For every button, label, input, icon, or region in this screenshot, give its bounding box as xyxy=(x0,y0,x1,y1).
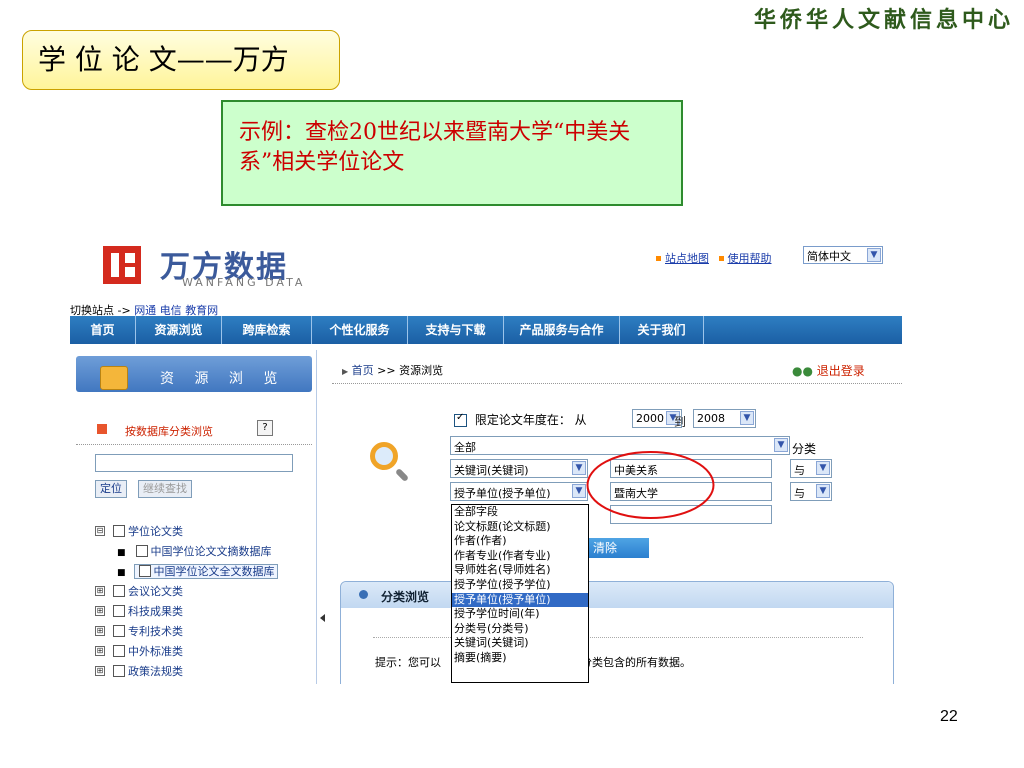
checkbox[interactable] xyxy=(113,665,125,677)
locate-button[interactable]: 定位 xyxy=(95,480,127,498)
banner-title: 华侨华人文献信息中心 xyxy=(753,7,1014,33)
field-select-1[interactable]: 关键词(关键词) ▼ xyxy=(450,459,588,478)
magnifier-icon xyxy=(370,442,398,470)
example-text: 示例：查检20世纪以来暨南大学“中美关系”相关学位论文 xyxy=(239,120,631,175)
dropdown-option[interactable]: 作者专业(作者专业) xyxy=(452,549,588,564)
chevron-down-icon: ▼ xyxy=(867,248,881,262)
sitemap-link[interactable]: 站点地图 xyxy=(665,252,709,265)
locate-input[interactable] xyxy=(95,454,293,472)
divider xyxy=(76,444,312,445)
nav-browse[interactable]: 资源浏览 xyxy=(136,316,222,344)
continue-search-button[interactable]: 继续查找 xyxy=(138,480,192,498)
tree-item-degree-thesis[interactable]: ⊟ 学位论文类 xyxy=(95,522,278,542)
hint-text: 提示：您可以 xyxy=(375,656,441,669)
classify-title: 分类浏览 xyxy=(381,590,430,604)
chevron-down-icon: ▼ xyxy=(572,461,586,475)
nav-bar: 首页 资源浏览 跨库检索 个性化服务 支持与下载 产品服务与合作 关于我们 xyxy=(70,316,902,344)
tree-item-achievements[interactable]: ⊞ 科技成果类 xyxy=(95,602,278,622)
checkbox[interactable] xyxy=(113,625,125,637)
dropdown-option[interactable]: 摘要(摘要) xyxy=(452,651,588,666)
hint-text-suffix: 分类包含的所有数据。 xyxy=(581,656,691,669)
chevron-down-icon: ▼ xyxy=(774,438,788,452)
category-icon xyxy=(97,424,107,434)
chevron-down-icon: ▼ xyxy=(572,484,586,498)
checkbox[interactable] xyxy=(113,645,125,657)
tree-item-conference[interactable]: ⊞ 会议论文类 xyxy=(95,582,278,602)
dropdown-option[interactable]: 授予学位(授予学位) xyxy=(452,578,588,593)
tree-item-patents[interactable]: ⊞ 专利技术类 xyxy=(95,622,278,642)
highlight-ellipse xyxy=(586,451,715,519)
language-select[interactable]: 简体中文 ▼ xyxy=(803,246,883,264)
website-screenshot: 万方数据 WANFANG DATA 切换站点 -> 网通 电信 教育网 站点地图… xyxy=(70,232,902,684)
chevron-down-icon: ▼ xyxy=(740,411,754,425)
dropdown-option[interactable]: 作者(作者) xyxy=(452,534,588,549)
divider xyxy=(332,383,902,384)
dropdown-option[interactable]: 授予学位时间(年) xyxy=(452,607,588,622)
year-limit-checkbox[interactable] xyxy=(454,412,467,427)
nav-home[interactable]: 首页 xyxy=(70,316,136,344)
collapse-arrow-icon[interactable] xyxy=(320,614,325,622)
classify-panel: 分类浏览 提示：您可以 分类包含的所有数据。 xyxy=(340,581,894,684)
folder-icon xyxy=(100,366,128,390)
dropdown-option[interactable]: 论文标题(论文标题) xyxy=(452,520,588,535)
breadcrumb-home[interactable]: 首页 xyxy=(352,364,374,377)
checkbox[interactable] xyxy=(138,565,151,577)
dropdown-option[interactable]: 全部字段 xyxy=(452,505,588,520)
arrow-right-icon: ▶ xyxy=(342,367,349,376)
breadcrumb: ▶ 首页 >> 资源浏览 xyxy=(342,364,444,377)
nav-about[interactable]: 关于我们 xyxy=(620,316,704,344)
dropdown-option[interactable]: 关键词(关键词) xyxy=(452,636,588,651)
help-link[interactable]: 使用帮助 xyxy=(728,252,772,265)
expand-icon[interactable]: ⊞ xyxy=(95,606,105,616)
expand-icon[interactable]: ⊞ xyxy=(95,666,105,676)
help-icon[interactable]: ? xyxy=(257,420,273,436)
bullet-icon xyxy=(359,590,368,599)
nav-products[interactable]: 产品服务与合作 xyxy=(504,316,620,344)
clear-button[interactable]: 清除 xyxy=(589,538,649,558)
page-number: 22 xyxy=(940,708,958,725)
category-browse-link[interactable]: 按数据库分类浏览 xyxy=(125,423,213,439)
category-label: 分类 xyxy=(792,442,817,456)
slide-title: 学 位 论 文——万方 xyxy=(38,43,289,76)
logic-select-2[interactable]: 与 ▼ xyxy=(790,482,832,501)
wanfang-logo-icon xyxy=(103,246,141,284)
checkbox[interactable] xyxy=(113,525,125,537)
chevron-down-icon: ▼ xyxy=(816,461,830,475)
logout-link[interactable]: ●● 退出登录 xyxy=(792,362,865,379)
tree-item-fulltext-db[interactable]: ■ 中国学位论文全文数据库 xyxy=(95,562,278,582)
dropdown-option[interactable]: 导师姓名(导师姓名) xyxy=(452,563,588,578)
checkbox[interactable] xyxy=(113,585,125,597)
tree-item-abstract-db[interactable]: ■ 中国学位论文文摘数据库 xyxy=(95,542,278,562)
year-limit-row: 限定论文年度在： 从 xyxy=(454,411,587,428)
tree-item-regulations[interactable]: ⊞ 政策法规类 xyxy=(95,662,278,682)
field-dropdown-list[interactable]: 全部字段 论文标题(论文标题) 作者(作者) 作者专业(作者专业) 导师姓名(导… xyxy=(451,504,589,683)
divider xyxy=(373,637,863,638)
chevron-down-icon: ▼ xyxy=(816,484,830,498)
nav-cross-search[interactable]: 跨库检索 xyxy=(222,316,312,344)
collapse-icon[interactable]: ⊟ xyxy=(95,526,105,536)
checkbox[interactable] xyxy=(135,545,148,557)
expand-icon[interactable]: ⊞ xyxy=(95,626,105,636)
nav-support[interactable]: 支持与下载 xyxy=(408,316,504,344)
dropdown-option[interactable]: 分类号(分类号) xyxy=(452,622,588,637)
field-select-2[interactable]: 授予单位(授予单位) ▼ xyxy=(450,482,588,501)
top-links: 站点地图 使用帮助 xyxy=(650,250,772,266)
category-tree: ⊟ 学位论文类 ■ 中国学位论文文摘数据库 ■ 中国学位论文全文数据库 ⊞ 会议论文类 … xyxy=(95,522,278,682)
to-year-select[interactable]: 2008 ▼ xyxy=(693,409,756,428)
nav-personal[interactable]: 个性化服务 xyxy=(312,316,408,344)
users-icon: ●● xyxy=(792,364,813,378)
dropdown-option-selected[interactable]: 授予单位(授予单位) xyxy=(452,592,588,608)
logo-en: WANFANG DATA xyxy=(182,276,306,289)
expand-icon[interactable]: ⊞ xyxy=(95,586,105,596)
expand-icon[interactable]: ⊞ xyxy=(95,646,105,656)
checkbox[interactable] xyxy=(113,605,125,617)
resource-browse-title: 资 源 浏 览 xyxy=(160,371,286,387)
tree-item-standards[interactable]: ⊞ 中外标准类 xyxy=(95,642,278,662)
logic-select-1[interactable]: 与 ▼ xyxy=(790,459,832,478)
